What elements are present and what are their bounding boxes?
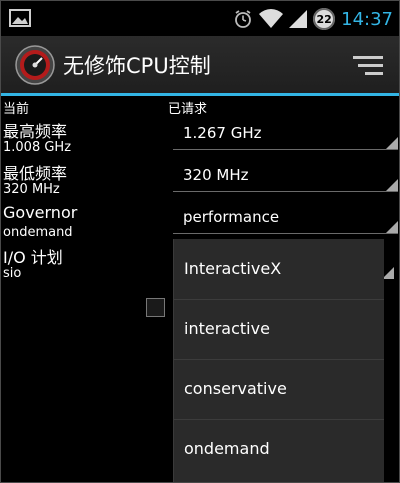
action-bar: 无修饰CPU控制 — [1, 36, 399, 93]
spinner-underline — [173, 233, 398, 234]
requested-header: 已请求 — [168, 102, 208, 117]
status-icons: 22 14:37 — [233, 6, 393, 32]
current-max-value: 1.008 GHz — [3, 140, 72, 155]
governor-spinner[interactable]: performance — [173, 204, 398, 234]
signal-icon — [289, 10, 308, 28]
speedometer-app-icon[interactable] — [15, 45, 55, 85]
spinner-arrow-icon — [386, 137, 398, 149]
min-frequency-value: 320 MHz — [183, 166, 249, 184]
dropdown-option-conservative[interactable]: conservative — [174, 359, 384, 420]
app-title: 无修饰CPU控制 — [63, 54, 211, 78]
dropdown-option-label: InteractiveX — [184, 259, 282, 278]
clock: 14:37 — [341, 8, 393, 30]
min-frequency-spinner[interactable]: 320 MHz — [173, 162, 398, 192]
gallery-notification-icon — [9, 9, 31, 27]
current-governor-label: Governor — [3, 203, 78, 222]
current-io-label: I/O 计划 — [3, 248, 63, 267]
current-min-label: 最低频率 — [3, 164, 68, 183]
action-bar-accent-line — [1, 93, 399, 96]
current-min-value: 320 MHz — [3, 182, 60, 197]
spinner-underline — [173, 149, 398, 150]
status-bar: 22 14:37 — [1, 1, 399, 36]
dropdown-option-interactivex[interactable]: InteractiveX — [174, 239, 384, 300]
spinner-arrow-icon — [386, 179, 398, 191]
current-io-value: sio — [3, 266, 22, 281]
apply-on-boot-checkbox[interactable] — [146, 298, 165, 317]
max-frequency-value: 1.267 GHz — [183, 124, 262, 142]
dropdown-option-label: interactive — [184, 319, 270, 338]
spinner-underline — [173, 191, 398, 192]
dropdown-option-ondemand[interactable]: ondemand — [174, 419, 384, 479]
dropdown-option-interactive[interactable]: interactive — [174, 299, 384, 360]
dropdown-option-label: conservative — [184, 379, 287, 398]
max-frequency-spinner[interactable]: 1.267 GHz — [173, 120, 398, 150]
alarm-icon — [235, 10, 252, 28]
current-header: 当前 — [3, 102, 30, 117]
governor-dropdown-list: InteractiveX interactive conservative on… — [173, 239, 384, 482]
spinner-arrow-icon — [386, 221, 398, 233]
current-governor-value: ondemand — [3, 225, 73, 240]
wifi-icon — [259, 9, 284, 28]
app-window: 22 14:37 无修饰CPU控制 当前 最高频率 1.008 GHz 最低频率… — [0, 0, 400, 483]
overflow-menu-icon[interactable] — [349, 54, 385, 78]
current-max-label: 最高频率 — [3, 122, 68, 141]
notification-count-badge: 22 — [313, 8, 336, 30]
governor-value: performance — [183, 208, 280, 226]
dropdown-option-label: ondemand — [184, 439, 270, 458]
